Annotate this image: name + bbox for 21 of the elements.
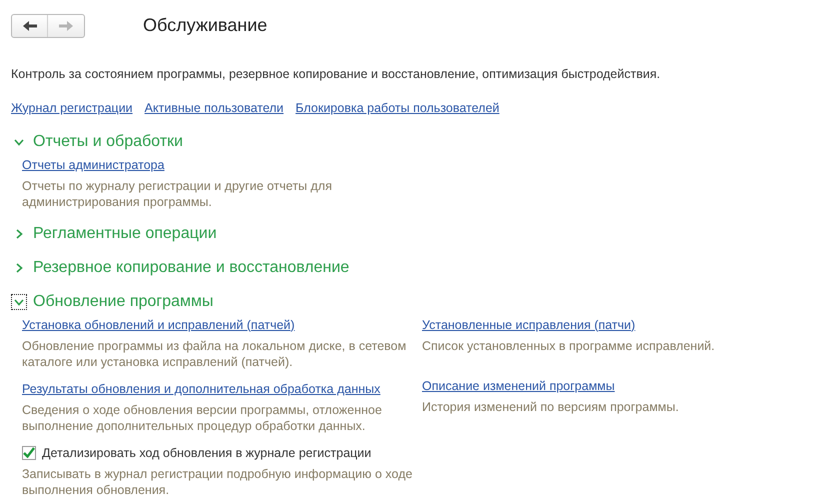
link[interactable]: Установка обновлений и исправлений (патчей) bbox=[22, 316, 295, 332]
link[interactable]: Отчеты администратора bbox=[22, 156, 164, 172]
left-arrow-icon bbox=[22, 20, 36, 30]
description-text: История изменений по версиям программы. bbox=[422, 398, 680, 414]
link[interactable]: Описание изменений программы bbox=[422, 378, 615, 394]
description-text: Список установленных в программе исправлений. bbox=[422, 338, 716, 354]
right-arrow-icon bbox=[59, 20, 73, 30]
description-text: Обновление программы из файла на локальном диске, в сетевом каталоге или установка исправлений (патчей). bbox=[22, 338, 408, 370]
link[interactable]: Результаты обновления и дополнительная обработка данных bbox=[22, 380, 380, 396]
link[interactable]: Установленные исправления (патчи) bbox=[422, 316, 636, 332]
page-title: Обслуживание bbox=[143, 14, 268, 37]
checkmark-icon bbox=[23, 447, 35, 458]
checkbox[interactable] bbox=[22, 446, 36, 460]
link[interactable]: Журнал регистрации bbox=[11, 98, 133, 118]
link[interactable]: Активные пользователи bbox=[144, 98, 284, 118]
link[interactable]: Блокировка работы пользователей bbox=[296, 98, 500, 118]
description-text: Сведения о ходе обновления версии программы, отложенное выполнение дополнительных процедур обработки данных. bbox=[22, 402, 383, 434]
description-text: Записывать в журнал регистрации подробную информацию о ходе выполнения обновления. bbox=[22, 466, 414, 498]
checkbox-label: Детализировать ход обновления в журнале регистрации bbox=[42, 444, 372, 460]
description-text: Отчеты по журналу регистрации и другие отчеты для администрирования программы. bbox=[22, 178, 333, 210]
page-description: Контроль за состоянием программы, резервное копирование и восстановление, оптимизация быстродействия. bbox=[11, 66, 662, 83]
